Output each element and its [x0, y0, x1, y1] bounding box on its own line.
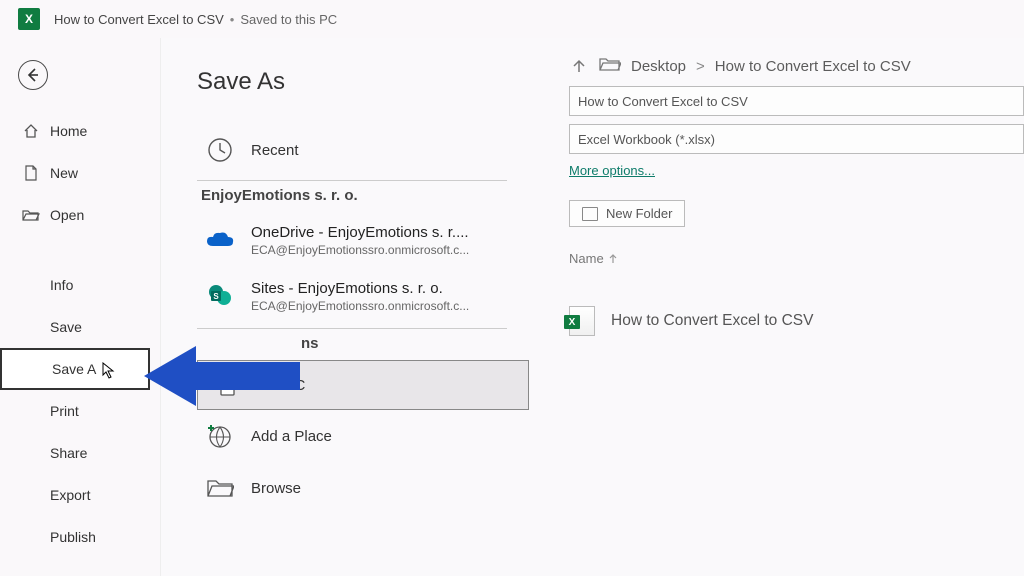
filetype-select[interactable]	[569, 124, 1024, 154]
excel-logo-icon: X	[18, 8, 40, 30]
folder-icon	[205, 473, 235, 503]
save-status: Saved to this PC	[240, 12, 337, 27]
location-add-place[interactable]: Add a Place	[197, 410, 529, 462]
sharepoint-icon: S	[205, 281, 235, 311]
location-this-pc[interactable]: This PC	[197, 360, 529, 410]
doc-title: How to Convert Excel to CSV	[54, 12, 224, 27]
filename-input[interactable]	[569, 86, 1024, 116]
breadcrumb: Desktop > How to Convert Excel to CSV	[569, 56, 1024, 76]
breadcrumb-leaf[interactable]: How to Convert Excel to CSV	[715, 58, 911, 75]
home-icon	[22, 122, 40, 140]
file-row[interactable]: X How to Convert Excel to CSV	[569, 306, 1024, 336]
main-panel: Save As Recent EnjoyEmotions s. r. o. On…	[160, 38, 1024, 576]
breadcrumb-folder[interactable]: Desktop	[631, 58, 686, 75]
folder-open-icon	[599, 56, 621, 76]
locations-panel: Recent EnjoyEmotions s. r. o. OneDrive -…	[197, 124, 529, 514]
title-bar: X How to Convert Excel to CSV • Saved to…	[0, 0, 1024, 38]
location-label: Add a Place	[251, 428, 332, 445]
nav-publish[interactable]: Publish	[0, 516, 150, 558]
cloud-icon	[205, 225, 235, 255]
other-locations-label-tail: ns	[201, 335, 529, 352]
more-options-link[interactable]: More options...	[569, 163, 655, 178]
location-recent[interactable]: Recent	[197, 124, 529, 176]
nav-print[interactable]: Print	[0, 390, 150, 432]
folder-icon	[582, 207, 598, 221]
nav-home[interactable]: Home	[0, 110, 150, 152]
nav-share[interactable]: Share	[0, 432, 150, 474]
nav-label: Publish	[50, 529, 96, 545]
save-target-pane: Desktop > How to Convert Excel to CSV Mo…	[569, 56, 1024, 336]
file-name: How to Convert Excel to CSV	[611, 312, 813, 330]
location-label: Recent	[251, 142, 299, 159]
location-label: Browse	[251, 480, 301, 497]
nav-label: Save	[50, 319, 82, 335]
location-sites[interactable]: S Sites - EnjoyEmotions s. r. o. ECA@Enj…	[197, 268, 529, 324]
title-text: How to Convert Excel to CSV • Saved to t…	[54, 12, 337, 27]
location-subtitle: ECA@EnjoyEmotionssro.onmicrosoft.c...	[251, 299, 469, 313]
location-subtitle: ECA@EnjoyEmotionssro.onmicrosoft.c...	[251, 243, 469, 257]
back-button[interactable]	[18, 60, 48, 90]
column-header-name[interactable]: Name	[569, 251, 1024, 266]
divider	[197, 180, 507, 181]
nav-open[interactable]: Open	[0, 194, 150, 236]
arrow-left-icon	[25, 67, 41, 83]
document-icon	[22, 164, 40, 182]
location-title: OneDrive - EnjoyEmotions s. r....	[251, 224, 469, 241]
backstage-nav: Home New Open Info Save Save A Print Sha…	[0, 110, 150, 558]
svg-text:S: S	[213, 292, 219, 301]
cursor-icon	[102, 362, 118, 380]
org-section-label: EnjoyEmotions s. r. o.	[201, 187, 529, 204]
button-label: New Folder	[606, 206, 672, 221]
column-label: Name	[569, 251, 604, 266]
title-separator: •	[230, 12, 235, 27]
breadcrumb-up-button[interactable]	[569, 56, 589, 76]
nav-label: Open	[50, 207, 84, 223]
nav-info[interactable]: Info	[0, 264, 150, 306]
excel-file-icon: X	[569, 306, 595, 336]
globe-plus-icon	[205, 421, 235, 451]
this-pc-icon	[206, 370, 236, 400]
divider	[197, 328, 507, 329]
nav-label: Info	[50, 277, 73, 293]
nav-label: Share	[50, 445, 87, 461]
nav-label: Print	[50, 403, 79, 419]
sort-asc-icon	[608, 254, 618, 264]
breadcrumb-sep: >	[696, 58, 705, 75]
nav-save[interactable]: Save	[0, 306, 150, 348]
nav-label: Save A	[52, 361, 96, 377]
clock-icon	[205, 135, 235, 165]
nav-save-as[interactable]: Save A	[0, 348, 150, 390]
location-label: This PC	[252, 377, 305, 394]
location-onedrive[interactable]: OneDrive - EnjoyEmotions s. r.... ECA@En…	[197, 212, 529, 268]
nav-new[interactable]: New	[0, 152, 150, 194]
nav-label: New	[50, 165, 78, 181]
new-folder-button[interactable]: New Folder	[569, 200, 685, 227]
folder-open-icon	[22, 206, 40, 224]
nav-export[interactable]: Export	[0, 474, 150, 516]
nav-label: Export	[50, 487, 90, 503]
location-title: Sites - EnjoyEmotions s. r. o.	[251, 280, 469, 297]
nav-label: Home	[50, 123, 87, 139]
location-browse[interactable]: Browse	[197, 462, 529, 514]
